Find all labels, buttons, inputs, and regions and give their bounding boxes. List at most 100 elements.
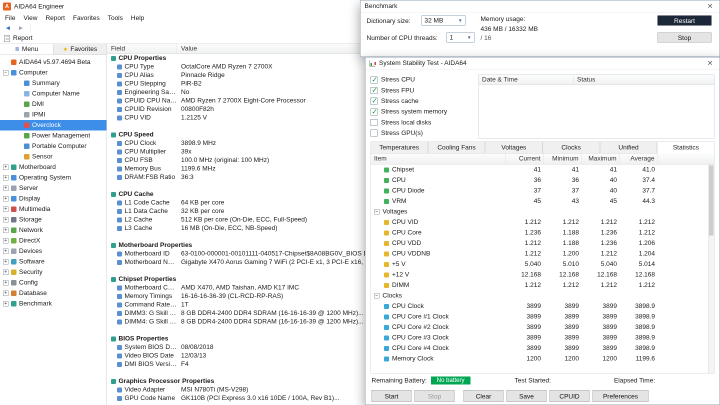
field-column-header[interactable]: Field xyxy=(107,44,177,54)
stress-checkbox[interactable]: Stress system memory xyxy=(370,106,474,117)
minimum-column-header[interactable]: Minimum xyxy=(544,153,582,164)
tree-item[interactable]: Config xyxy=(0,278,107,289)
section-expander-icon[interactable] xyxy=(374,293,380,299)
tree-item[interactable]: AIDA64 v5.97.4694 Beta xyxy=(0,57,107,68)
average-column-header[interactable]: Average xyxy=(620,153,658,164)
item-column-header[interactable]: Item xyxy=(371,153,506,164)
stability-button[interactable]: Preferences xyxy=(592,390,649,402)
tree-expander-icon[interactable] xyxy=(3,196,9,202)
tree-expander-icon[interactable] xyxy=(3,206,9,212)
tree-item[interactable]: DirectX xyxy=(0,236,107,247)
checkbox-icon[interactable] xyxy=(370,97,378,105)
tree-item[interactable]: DMI xyxy=(0,99,107,110)
sidebar-tab[interactable]: Favorites xyxy=(53,44,107,55)
status-column-header[interactable]: Status xyxy=(574,75,714,85)
stability-button[interactable]: CPUID xyxy=(549,390,590,402)
stress-checkbox[interactable]: Stress FPU xyxy=(370,85,474,96)
dictionary-size-select[interactable]: 32 MB ▼ xyxy=(421,15,466,26)
tree-expander-icon[interactable] xyxy=(3,70,9,76)
stability-button[interactable]: Save xyxy=(506,390,547,402)
stress-checkbox[interactable]: Stress cache xyxy=(370,96,474,107)
stability-button[interactable]: Start xyxy=(371,390,412,402)
field-icon xyxy=(117,174,122,180)
close-icon[interactable]: ✕ xyxy=(705,59,716,67)
value-column-header[interactable]: Value xyxy=(177,45,197,52)
stress-checkbox[interactable]: Stress CPU xyxy=(370,75,474,86)
stability-tab[interactable]: Unified xyxy=(599,141,658,154)
tree-item[interactable]: Motherboard xyxy=(0,162,107,173)
stability-tab[interactable]: Temperatures xyxy=(370,141,428,154)
tree-expander-icon[interactable] xyxy=(3,175,9,181)
tree-item[interactable]: Security xyxy=(0,267,107,278)
checkbox-icon[interactable] xyxy=(370,107,378,116)
tree-item[interactable]: Portable Computer xyxy=(0,141,107,152)
tree-item[interactable]: Benchmark xyxy=(0,299,107,310)
section-expander-icon[interactable] xyxy=(374,209,380,215)
checkbox-icon[interactable] xyxy=(370,75,378,84)
dictionary-size-value: 32 MB xyxy=(424,16,444,24)
tree-expander-icon[interactable] xyxy=(3,164,9,170)
tree-expander-icon[interactable] xyxy=(3,280,9,286)
current-column-header[interactable]: Current xyxy=(506,153,544,164)
stability-tab[interactable]: Clocks xyxy=(542,141,600,154)
stability-button[interactable]: Clear xyxy=(463,390,504,402)
cpu-threads-select[interactable]: 1 ▼ xyxy=(446,32,475,43)
menu-item[interactable]: Tools xyxy=(104,14,127,21)
forward-icon[interactable]: ► xyxy=(17,24,25,31)
stress-checkbox[interactable]: Stress GPU(s) xyxy=(370,128,474,139)
tree-item[interactable]: Summary xyxy=(0,78,107,89)
tree-expander-icon[interactable] xyxy=(3,217,9,223)
tree-expander-icon[interactable] xyxy=(3,227,9,233)
tree-item[interactable]: Database xyxy=(0,288,107,299)
tree-item[interactable]: Operating System xyxy=(0,173,107,184)
tree-expander-icon[interactable] xyxy=(3,185,9,191)
scrollbar[interactable] xyxy=(708,164,714,373)
tree-item[interactable]: Sensor xyxy=(0,152,107,163)
tree-item[interactable]: Overclock xyxy=(0,120,107,131)
restart-button[interactable]: Restart xyxy=(657,15,712,26)
stability-tab[interactable]: Voltages xyxy=(485,141,543,154)
stat-average: 44.3 xyxy=(642,197,655,205)
tree-expander-icon[interactable] xyxy=(3,301,9,307)
tree-expander-icon[interactable] xyxy=(3,238,9,244)
tree-item[interactable]: Storage xyxy=(0,215,107,226)
stat-item-label: Clocks xyxy=(382,292,403,300)
stress-checkbox-label: Stress system memory xyxy=(381,107,448,116)
back-icon[interactable]: ◄ xyxy=(4,24,12,31)
tree-expander-icon[interactable] xyxy=(3,259,9,265)
tree-item[interactable]: Power Management xyxy=(0,131,107,142)
stability-button[interactable]: Stop xyxy=(414,390,455,402)
stability-tab[interactable]: Cooling Fans xyxy=(427,141,486,154)
checkbox-icon[interactable] xyxy=(370,129,378,137)
maximum-column-header[interactable]: Maximum xyxy=(582,153,620,164)
tree-expander-icon[interactable] xyxy=(3,290,9,296)
tree-item[interactable]: Multimedia xyxy=(0,204,107,215)
checkbox-icon[interactable] xyxy=(370,86,378,95)
tree-item[interactable]: Software xyxy=(0,257,107,268)
stress-checkbox[interactable]: Stress local disks xyxy=(370,117,474,128)
tree-item[interactable]: Server xyxy=(0,183,107,194)
menu-item[interactable]: Help xyxy=(127,14,148,21)
stop-button[interactable]: Stop xyxy=(657,32,712,43)
menu-item[interactable]: Favorites xyxy=(69,14,104,21)
tree-item[interactable]: Display xyxy=(0,194,107,205)
datetime-column-header[interactable]: Date & Time xyxy=(479,75,574,85)
checkbox-icon[interactable] xyxy=(370,118,378,126)
tree-expander-icon[interactable] xyxy=(3,248,9,254)
tree-expander-icon[interactable] xyxy=(3,269,9,275)
stability-tab[interactable]: Statistics xyxy=(657,141,715,154)
menu-item[interactable]: File xyxy=(1,14,19,21)
tree-item[interactable]: Computer xyxy=(0,68,107,79)
tree-item[interactable]: Devices xyxy=(0,246,107,257)
scrollbar-thumb[interactable] xyxy=(709,165,714,236)
sidebar-tab[interactable]: Menu xyxy=(0,44,54,55)
report-button[interactable]: Report xyxy=(13,34,33,42)
tree-item[interactable]: Network xyxy=(0,225,107,236)
close-icon[interactable]: ✕ xyxy=(705,2,716,10)
elapsed-time-label: Elapsed Time: xyxy=(613,376,656,384)
stats-row: CPU Clock 3899 3899 3899 3898.9 xyxy=(371,301,714,312)
menu-item[interactable]: Report xyxy=(41,14,69,21)
tree-item[interactable]: Computer Name xyxy=(0,89,107,100)
tree-item[interactable]: IPMI xyxy=(0,110,107,121)
menu-item[interactable]: View xyxy=(19,14,41,21)
